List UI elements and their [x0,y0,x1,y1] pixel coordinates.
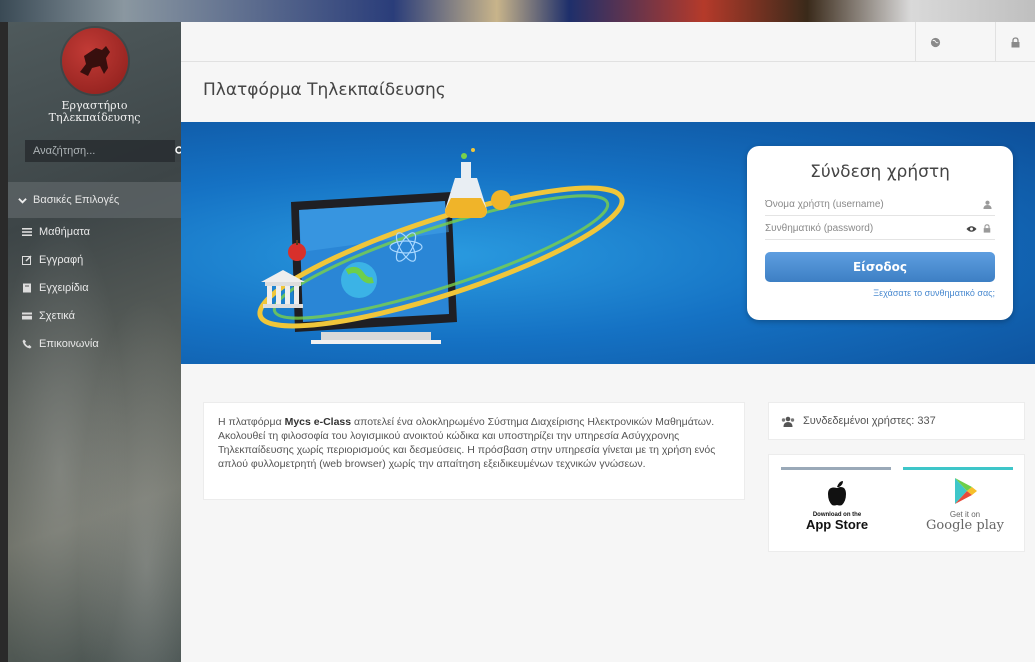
edit-icon [22,255,32,265]
appstore-accent-bar [781,467,891,470]
apple-icon [828,481,846,506]
appstore-badge[interactable]: Download on the App Store [789,477,885,543]
online-users-card: Συνδεδεμένοι χρήστες: 337 [768,402,1025,440]
description-prefix: Η πλατφόρμα [218,416,285,428]
login-card: Σύνδεση χρήστη Είσοδος Ξεχάσατε το συνθη… [747,146,1013,320]
sidebar: Εργαστήριο Τηλεκπαίδευσης Βασικές Επιλογ… [8,22,181,662]
password-field [765,218,995,240]
phone-icon [22,339,32,349]
username-field [765,194,995,216]
online-users-label: Συνδεδεμένοι χρήστες: 337 [803,415,936,427]
card-icon [22,311,32,321]
sidebar-item-manuals[interactable]: Εγχειρίδια [8,274,181,302]
googleplay-big-text: Google play [926,518,1004,533]
eye-icon[interactable] [963,221,979,237]
user-icon [979,197,995,213]
login-button[interactable] [995,22,1035,62]
sidebar-item-contact[interactable]: Επικοινωνία [8,330,181,358]
hero-banner: Σύνδεση χρήστη Είσοδος Ξεχάσατε το συνθη… [181,122,1035,364]
sidebar-item-label: Επικοινωνία [39,338,99,350]
sidebar-item-label: Εγγραφή [39,254,84,266]
forgot-password-link[interactable]: Ξεχάσατε το συνθηματικό σας; [765,288,995,298]
sidebar-item-label: Μαθήματα [39,226,91,238]
login-submit-button[interactable]: Είσοδος [765,252,995,282]
appstore-big-text: App Store [805,517,869,532]
search-box [25,140,181,162]
lock-icon [979,221,995,237]
logo-text-line2: Τηλεκπαίδευσης [48,111,141,124]
list-icon [22,227,32,237]
login-title: Σύνδεση χρήστη [810,162,950,182]
sidebar-menu: Βασικές Επιλογές Μαθήματα Εγγραφή Εγχειρ… [8,182,181,358]
language-button[interactable] [915,22,955,62]
search-input[interactable] [25,140,175,162]
sidebar-item-label: Σχετικά [39,310,75,322]
googleplay-accent-bar [903,467,1013,470]
university-logo [61,28,128,94]
users-icon [781,416,795,427]
chevron-down-icon [18,197,27,204]
logo-area[interactable]: Εργαστήριο Τηλεκπαίδευσης [8,22,181,144]
password-input[interactable] [765,218,963,239]
apps-card: Download on the App Store Get it on Goog… [768,454,1025,552]
logo-text: Εργαστήριο Τηλεκπαίδευσης [8,100,181,124]
sidebar-item-register[interactable]: Εγγραφή [8,246,181,274]
e-learning-illustration [257,148,625,344]
globe-icon [930,37,941,47]
menu-group-basic[interactable]: Βασικές Επιλογές [8,182,181,218]
lock-icon [1011,36,1020,47]
top-bar [181,22,1035,62]
sidebar-item-about[interactable]: Σχετικά [8,302,181,330]
top-decorative-strip [0,0,1035,22]
page-title: Πλατφόρμα Τηλεκπαίδευσης [203,80,446,100]
book-icon [22,283,32,293]
platform-description: Η πλατφόρμα Mycs e-Class αποτελεί ένα ολ… [203,402,745,500]
main-content: Πλατφόρμα Τηλεκπαίδευσης Σύνδεση χρήστη … [181,22,1035,662]
googleplay-badge[interactable]: Get it on Google play [917,477,1013,543]
description-brand: Mycs e-Class [284,416,352,428]
username-input[interactable] [765,194,979,215]
menu-group-label: Βασικές Επιλογές [33,194,120,206]
sidebar-item-label: Εγχειρίδια [39,282,89,294]
google-play-icon [955,478,977,504]
sidebar-item-courses[interactable]: Μαθήματα [8,218,181,246]
